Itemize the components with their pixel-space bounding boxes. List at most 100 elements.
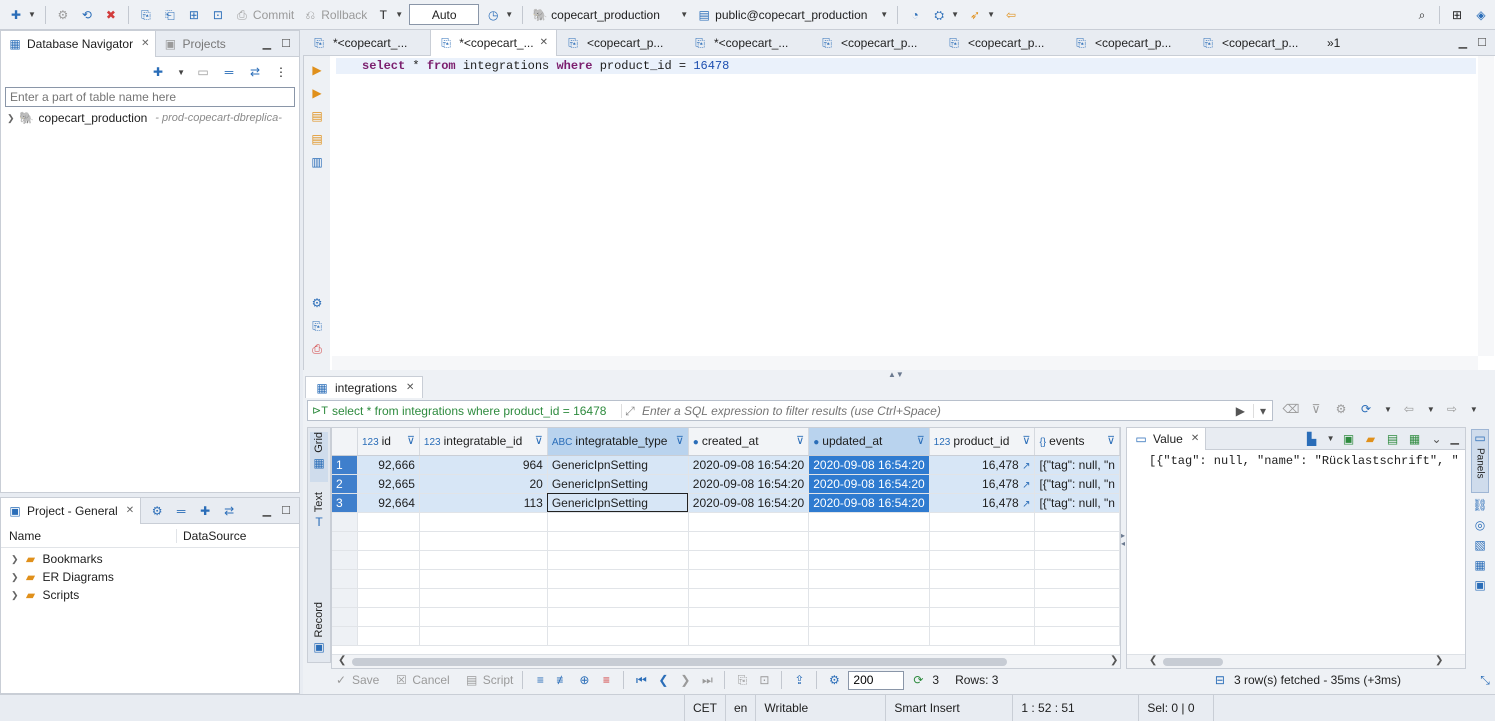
cell-created-at[interactable]: 2020-09-08 16:54:20 xyxy=(688,455,810,475)
cell-product-id[interactable]: 16,478 ↗ xyxy=(929,493,1036,513)
edit-row-icon[interactable]: ≡ xyxy=(532,672,548,688)
auto-apply-icon[interactable]: ▦ xyxy=(1407,431,1423,447)
column-header-id[interactable]: 123 id ⊽ xyxy=(357,428,420,456)
gear-icon[interactable]: ⚙ xyxy=(309,295,325,311)
cell-integratable-type-focused[interactable]: GenericIpnSetting xyxy=(547,493,689,513)
export-icon[interactable]: ⇪ xyxy=(791,672,807,688)
view-menu-icon[interactable]: ⋮ xyxy=(273,64,289,80)
delete-row-icon[interactable]: ≡ xyxy=(598,672,614,688)
refresh-icon[interactable]: ⟳ xyxy=(910,672,926,688)
chevron-right-icon[interactable]: ❯ xyxy=(7,113,15,124)
row-number[interactable]: 3 xyxy=(332,493,358,513)
tab-project-general[interactable]: ▣ Project - General ✕ xyxy=(1,497,142,524)
fetch-size-input[interactable] xyxy=(848,670,905,690)
chevron-down-icon[interactable]: ▼ xyxy=(1384,405,1392,414)
grid-view-tab[interactable]: Grid ▦ xyxy=(310,432,328,482)
link-icon[interactable]: ⇄ xyxy=(221,503,237,519)
record-view-tab[interactable]: Record ▣ xyxy=(310,602,328,662)
cell-created-at[interactable]: 2020-09-08 16:54:20 xyxy=(688,493,810,513)
tree-item-connection[interactable]: ❯ 🐘 copecart_production - prod-copecart-… xyxy=(1,107,299,129)
editor-tab[interactable]: ⎘ <copecart_p... xyxy=(1192,30,1319,56)
calc-icon[interactable]: ◎ xyxy=(1472,517,1488,533)
tab-database-navigator[interactable]: ▦ Database Navigator ✕ xyxy=(1,30,157,57)
close-icon[interactable]: ✕ xyxy=(126,505,134,516)
cell-integratable-type[interactable]: GenericIpnSetting xyxy=(547,455,689,475)
editor-tab[interactable]: ⎘ <copecart_p... xyxy=(557,30,684,56)
dashboard-button[interactable]: ◔ xyxy=(905,4,925,26)
column-filter-icon[interactable]: ⊽ xyxy=(676,434,684,447)
chevron-down-icon[interactable]: ▼ xyxy=(1470,405,1478,414)
cell-updated-at[interactable]: 2020-09-08 16:54:20 xyxy=(808,455,930,475)
disconnect-button[interactable]: ✖ xyxy=(101,4,121,26)
nav-forward-icon[interactable]: ⇨ xyxy=(1444,401,1460,417)
history-menu-button[interactable]: ◷ ▼ xyxy=(483,4,515,26)
tabs-overflow-button[interactable]: »1 xyxy=(1319,36,1348,50)
editor-tab[interactable]: ⎘ <copecart_p... xyxy=(811,30,938,56)
column-filter-icon[interactable]: ⊽ xyxy=(917,434,925,447)
project-item-bookmarks[interactable]: ❯ ▰ Bookmarks xyxy=(1,550,299,568)
pending-txn-button[interactable]: ⊞ xyxy=(184,4,204,26)
cancel-button[interactable]: ☒ Cancel xyxy=(393,672,450,688)
cell-integratable-id[interactable]: 964 xyxy=(419,455,548,475)
fetch-all-icon[interactable]: ⊡ xyxy=(756,672,772,688)
new-connection-icon[interactable]: ✚ xyxy=(150,64,166,80)
table-row[interactable]: 3 92,664 113 GenericIpnSetting 2020-09-0… xyxy=(332,493,1120,513)
column-header-updated-at[interactable]: ● updated_at ⊽ xyxy=(808,428,930,456)
text-view-tab[interactable]: Text T xyxy=(310,492,328,542)
table-row[interactable]: 2 92,665 20 GenericIpnSetting 2020-09-08… xyxy=(332,474,1120,494)
column-filter-icon[interactable]: ⊽ xyxy=(796,434,804,447)
txn-history-button[interactable]: ⊡ xyxy=(208,4,228,26)
cell-updated-at[interactable]: 2020-09-08 16:54:20 xyxy=(808,493,930,513)
cell-integratable-id[interactable]: 20 xyxy=(419,474,548,494)
editor-tab-active[interactable]: ⎘ *<copecart_... ✕ xyxy=(430,29,557,56)
fetch-next-icon[interactable]: ⎘ xyxy=(734,672,750,688)
new-folder-icon[interactable]: ▭ xyxy=(195,64,211,80)
cell-created-at[interactable]: 2020-09-08 16:54:20 xyxy=(688,474,810,494)
col-datasource-header[interactable]: DataSource xyxy=(176,528,246,543)
chevron-right-icon[interactable]: ❯ xyxy=(11,572,19,583)
link-editor-icon[interactable]: ⇄ xyxy=(247,64,263,80)
column-header-integratable-type[interactable]: ABC integratable_type ⊽ xyxy=(547,428,689,456)
link-icon[interactable]: ↗ xyxy=(1022,461,1030,472)
close-icon[interactable]: ✕ xyxy=(406,382,414,393)
scroll-thumb[interactable] xyxy=(352,658,1007,666)
add-icon[interactable]: ✚ xyxy=(197,503,213,519)
txn-mode-button[interactable]: ⎘ xyxy=(136,4,156,26)
close-icon[interactable]: ✕ xyxy=(141,38,149,49)
export-icon[interactable]: ⎙ xyxy=(309,341,325,357)
tab-value[interactable]: ▭ Value ✕ xyxy=(1127,427,1207,450)
dbeaver-perspective-button[interactable]: ◈ xyxy=(1471,4,1491,26)
save-button[interactable]: ✓ Save xyxy=(333,672,379,688)
connect-button[interactable]: ⚙ xyxy=(53,4,73,26)
results-filter-bar[interactable]: ⊳T select * from integrations where prod… xyxy=(307,400,1273,421)
first-page-icon[interactable]: ⏮ xyxy=(633,672,649,688)
column-header-product-id[interactable]: 123 product_id ⊽ xyxy=(929,428,1036,456)
results-grid[interactable]: 123 id ⊽ 123 integratable_id ⊽ ABC integratab… xyxy=(331,427,1121,669)
sash-toggle-icon[interactable]: ▲▼ xyxy=(888,370,904,379)
minimize-icon[interactable]: ▁ xyxy=(263,37,271,50)
expand-icon[interactable]: ⤢ xyxy=(622,403,638,419)
editor-tab[interactable]: ⎘ *<copecart_... xyxy=(684,30,811,56)
scroll-left-icon[interactable]: ❮ xyxy=(1149,655,1157,666)
execute-statement-icon[interactable]: ▶ xyxy=(309,62,325,78)
project-item-er-diagrams[interactable]: ❯ ▰ ER Diagrams xyxy=(1,568,299,586)
script-button[interactable]: ▤ Script xyxy=(464,672,513,688)
refresh-mode-icon[interactable]: ⟳ xyxy=(1358,401,1374,417)
maximize-icon[interactable]: ☐ xyxy=(281,504,291,517)
horizontal-scrollbar[interactable] xyxy=(332,356,1478,370)
new-connection-button[interactable]: ✚ ▼ xyxy=(6,4,38,26)
explain-plan-icon[interactable]: ▥ xyxy=(309,154,325,170)
sql-line-1[interactable]: select * from integrations where product… xyxy=(336,58,1476,74)
tools-button[interactable]: ⛭ ▼ xyxy=(929,4,961,26)
chevron-down-icon[interactable]: ▼ xyxy=(1427,405,1435,414)
editor-tab[interactable]: ⎘ <copecart_p... xyxy=(1065,30,1192,56)
cell-id[interactable]: 92,664 xyxy=(357,493,420,513)
save-value-icon[interactable]: ▤ xyxy=(1385,431,1401,447)
scroll-right-icon[interactable]: ❯ xyxy=(1110,655,1118,666)
cell-integratable-type[interactable]: GenericIpnSetting xyxy=(547,474,689,494)
link-icon[interactable]: ↗ xyxy=(1022,480,1030,491)
cell-events[interactable]: [{"tag": null, "n xyxy=(1034,455,1120,475)
column-header-events[interactable]: {} events ⊽ xyxy=(1034,428,1120,456)
add-row-icon[interactable]: ≢ xyxy=(554,672,570,688)
close-icon[interactable]: ✕ xyxy=(540,37,548,48)
